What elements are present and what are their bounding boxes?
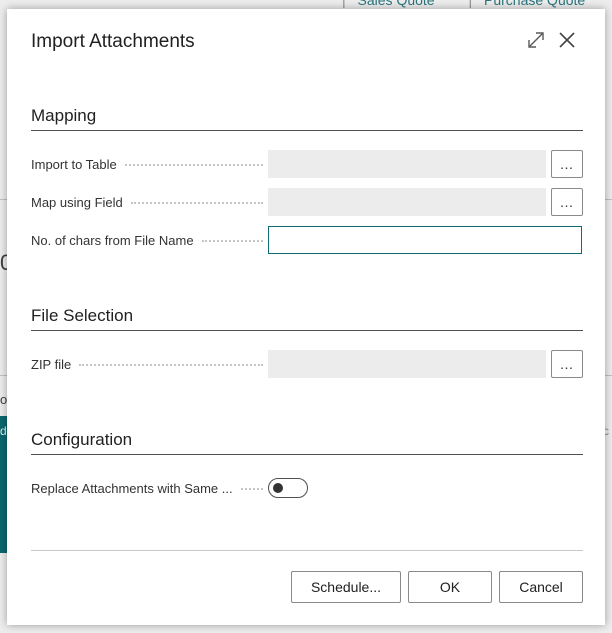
field-label-zip-file: ZIP file [31, 350, 263, 378]
label-leader-dots [130, 202, 263, 204]
import-to-table-input[interactable] [268, 150, 546, 178]
section-title-file-selection: File Selection [31, 306, 134, 325]
section-title-mapping: Mapping [31, 106, 97, 125]
chars-from-file-name-input[interactable] [268, 226, 582, 254]
field-label-text: Map using Field [31, 194, 123, 210]
section-divider [31, 330, 583, 331]
section-divider [31, 130, 583, 131]
field-label-text: Import to Table [31, 156, 117, 172]
section-divider [31, 454, 583, 455]
zip-file-lookup-button[interactable]: … [551, 350, 583, 378]
field-label-text: Replace Attachments with Same ... [31, 480, 233, 496]
expand-icon[interactable] [525, 29, 547, 51]
map-using-field-lookup-button[interactable]: … [551, 188, 583, 216]
label-leader-dots [79, 364, 263, 366]
dialog-title: Import Attachments [31, 31, 195, 52]
map-using-field-value[interactable] [268, 188, 546, 216]
field-label-map-using-field: Map using Field [31, 188, 263, 216]
section-title-configuration: Configuration [31, 430, 133, 449]
label-leader-dots [201, 240, 263, 242]
label-leader-dots [240, 488, 263, 490]
chars-from-file-name-value[interactable] [269, 227, 581, 253]
ok-button[interactable]: OK [408, 571, 492, 603]
cancel-button[interactable]: Cancel [499, 571, 583, 603]
import-attachments-dialog: Import Attachments Mapping Import to Tab… [7, 9, 605, 625]
field-label-replace-attachments: Replace Attachments with Same ... [31, 474, 263, 502]
replace-attachments-toggle[interactable] [268, 478, 308, 498]
zip-file-value[interactable] [268, 350, 546, 378]
toggle-knob [273, 483, 283, 493]
import-to-table-value[interactable] [268, 150, 546, 178]
schedule-button[interactable]: Schedule... [291, 571, 401, 603]
field-label-text: No. of chars from File Name [31, 232, 194, 248]
field-label-import-to-table: Import to Table [31, 150, 263, 178]
import-to-table-lookup-button[interactable]: … [551, 150, 583, 178]
zip-file-input[interactable] [268, 350, 546, 378]
label-leader-dots [124, 164, 263, 166]
field-label-text: ZIP file [31, 356, 72, 372]
map-using-field-input[interactable] [268, 188, 546, 216]
field-label-chars-from-file-name: No. of chars from File Name [31, 226, 263, 254]
close-icon[interactable] [556, 29, 578, 51]
footer-divider [31, 550, 583, 551]
